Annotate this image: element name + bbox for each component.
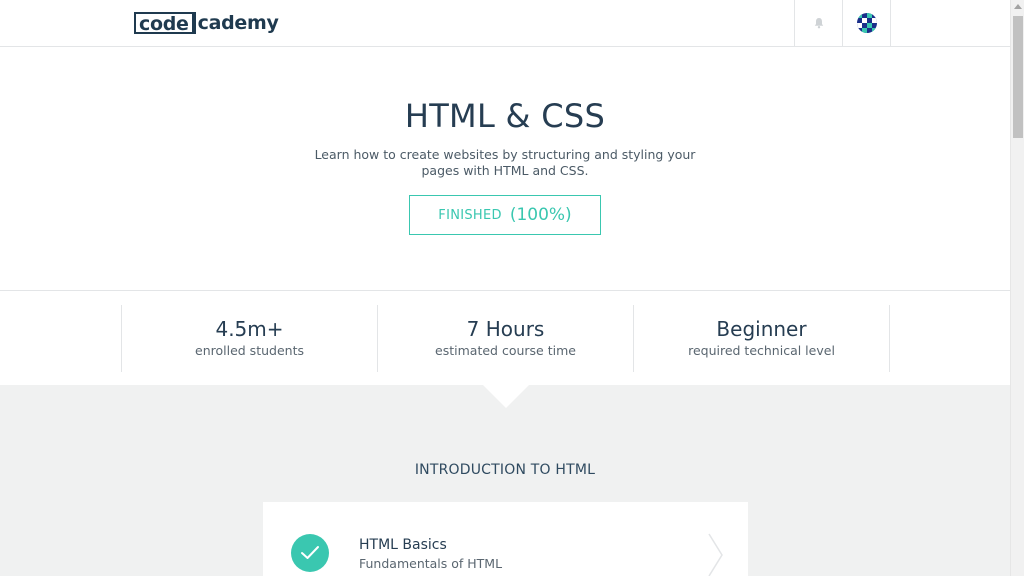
lesson-card-html-basics[interactable]: HTML Basics Fundamentals of HTML xyxy=(263,502,748,576)
section-title: INTRODUCTION TO HTML xyxy=(414,462,596,478)
status-label: FINISHED xyxy=(438,207,502,223)
course-hero: HTML & CSS Learn how to create websites … xyxy=(0,47,1010,290)
lesson-subtitle: Fundamentals of HTML xyxy=(359,556,503,571)
stat-label: enrolled students xyxy=(195,343,304,358)
logo-code-text: code xyxy=(134,12,194,35)
syllabus-section: INTRODUCTION TO HTML HTML Basics Fundame… xyxy=(0,385,1010,576)
checkmark-icon xyxy=(301,546,319,559)
stat-value: 4.5m+ xyxy=(215,317,284,341)
codecademy-logo[interactable]: code cademy xyxy=(134,9,279,37)
chevron-right-icon xyxy=(708,533,723,576)
notifications-button[interactable] xyxy=(794,0,842,46)
bell-icon xyxy=(814,18,823,29)
stat-level: Beginner required technical level xyxy=(633,305,890,372)
course-description: Learn how to create websites by structur… xyxy=(314,147,696,178)
user-avatar-button[interactable] xyxy=(842,0,891,46)
logo-cursor xyxy=(193,12,196,34)
viewport: code cademy HTML & CSS Learn how to crea… xyxy=(0,0,1010,576)
stat-label: estimated course time xyxy=(435,343,576,358)
status-percent: (100%) xyxy=(509,205,572,225)
completed-check-icon xyxy=(291,534,329,572)
stat-label: required technical level xyxy=(688,343,835,358)
lesson-title: HTML Basics xyxy=(359,537,447,553)
stat-value: Beginner xyxy=(716,317,807,341)
logo-cademy-text: cademy xyxy=(197,12,279,34)
course-title: HTML & CSS xyxy=(404,97,606,135)
section-notch xyxy=(483,385,529,408)
top-nav: code cademy xyxy=(0,0,1010,47)
course-stats: 4.5m+ enrolled students 7 Hours estimate… xyxy=(0,290,1010,386)
page: code cademy HTML & CSS Learn how to crea… xyxy=(0,0,1024,576)
avatar-icon xyxy=(856,13,877,33)
stat-value: 7 Hours xyxy=(466,317,545,341)
stat-duration: 7 Hours estimated course time xyxy=(377,305,633,372)
course-status-button[interactable]: FINISHED (100%) xyxy=(409,195,601,235)
scrollbar-thumb[interactable] xyxy=(1013,16,1023,138)
stat-enrolled: 4.5m+ enrolled students xyxy=(121,305,377,372)
page-scrollbar[interactable] xyxy=(1010,0,1024,576)
scroll-up-arrow-icon[interactable] xyxy=(1014,4,1022,9)
